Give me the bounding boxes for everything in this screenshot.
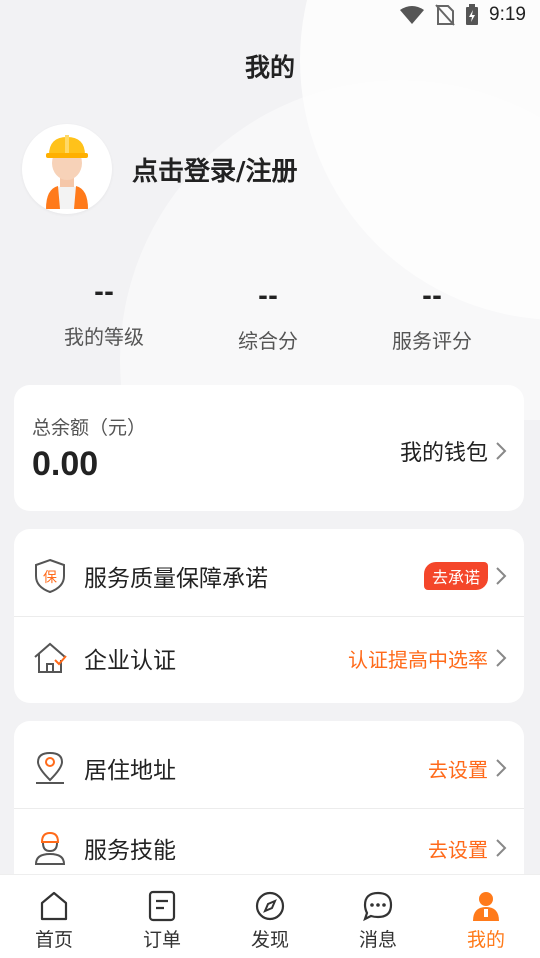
status-time: 9:19 bbox=[489, 4, 526, 25]
shield-bao-icon: 保 bbox=[35, 558, 65, 594]
worker-icon bbox=[34, 831, 66, 865]
balance-amount: 0.00 bbox=[32, 445, 99, 483]
chevron-right-icon bbox=[496, 649, 507, 667]
svg-text:保: 保 bbox=[43, 570, 57, 586]
row-hint: 去设置 bbox=[428, 837, 488, 862]
row-label: 服务质量保障承诺 bbox=[84, 566, 268, 592]
battery-charging-icon bbox=[466, 4, 479, 25]
address-row[interactable]: 居住地址 去设置 bbox=[14, 725, 524, 811]
chevron-right-icon bbox=[496, 442, 507, 460]
stat-level[interactable]: -- 我的等级 bbox=[34, 275, 174, 350]
tab-mine[interactable]: 我的 bbox=[432, 875, 540, 958]
tab-label: 发现 bbox=[250, 929, 289, 951]
stat-value: -- bbox=[94, 278, 114, 306]
order-icon bbox=[148, 890, 176, 922]
status-bar: 9:19 bbox=[0, 0, 540, 34]
profile-header[interactable]: 点击登录/注册 bbox=[22, 124, 298, 214]
stats-row: -- 我的等级 -- 综合分 -- 服务评分 bbox=[0, 275, 540, 375]
stat-service-rating[interactable]: -- 服务评分 bbox=[362, 279, 502, 354]
worker-avatar-icon bbox=[46, 135, 88, 209]
wallet-card: 总余额（元） 0.00 我的钱包 bbox=[14, 385, 524, 511]
my-wallet-label: 我的钱包 bbox=[399, 441, 488, 466]
tab-orders[interactable]: 订单 bbox=[108, 875, 216, 958]
row-label: 企业认证 bbox=[84, 648, 176, 674]
assurance-card: 保 服务质量保障承诺 去承诺 企业认证 认证提高中选率 bbox=[14, 529, 524, 703]
location-icon bbox=[36, 751, 64, 784]
promise-badge[interactable]: 去承诺 bbox=[423, 562, 488, 590]
stat-label: 我的等级 bbox=[64, 325, 144, 349]
page-title: 我的 bbox=[244, 53, 295, 82]
avatar[interactable] bbox=[22, 124, 112, 214]
home-icon bbox=[40, 891, 68, 921]
balance-label: 总余额（元） bbox=[32, 417, 147, 439]
tab-label: 首页 bbox=[34, 929, 73, 951]
tab-label: 消息 bbox=[358, 929, 397, 951]
stat-label: 服务评分 bbox=[392, 329, 472, 353]
row-label: 居住地址 bbox=[84, 758, 176, 784]
wifi-icon bbox=[400, 6, 425, 24]
my-wallet-link[interactable]: 我的钱包 bbox=[400, 435, 508, 467]
chevron-right-icon bbox=[496, 839, 507, 857]
row-hint: 认证提高中选率 bbox=[348, 647, 488, 672]
tab-messages[interactable]: 消息 bbox=[324, 875, 432, 958]
compass-icon bbox=[255, 891, 285, 921]
tab-home[interactable]: 首页 bbox=[0, 875, 108, 958]
row-hint: 去设置 bbox=[428, 757, 488, 782]
tab-label: 订单 bbox=[142, 929, 181, 951]
stat-overall-score[interactable]: -- 综合分 bbox=[198, 279, 338, 354]
stat-value: -- bbox=[258, 282, 278, 310]
stat-label: 综合分 bbox=[238, 329, 298, 353]
no-sim-icon bbox=[435, 4, 455, 26]
person-icon bbox=[473, 892, 499, 921]
row-label: 服务技能 bbox=[84, 838, 176, 864]
message-icon bbox=[363, 891, 393, 922]
chevron-right-icon bbox=[496, 759, 507, 777]
bottom-tab-bar: 首页 订单 发现 消息 我的 bbox=[0, 874, 540, 958]
tab-discover[interactable]: 发现 bbox=[216, 875, 324, 958]
house-check-icon bbox=[34, 642, 67, 673]
tab-label: 我的 bbox=[466, 929, 505, 951]
chevron-right-icon bbox=[496, 567, 507, 585]
service-quality-row[interactable]: 保 服务质量保障承诺 去承诺 bbox=[14, 533, 524, 619]
enterprise-cert-row[interactable]: 企业认证 认证提高中选率 bbox=[14, 615, 524, 701]
login-register-link[interactable]: 点击登录/注册 bbox=[132, 151, 298, 188]
stat-value: -- bbox=[422, 282, 442, 310]
